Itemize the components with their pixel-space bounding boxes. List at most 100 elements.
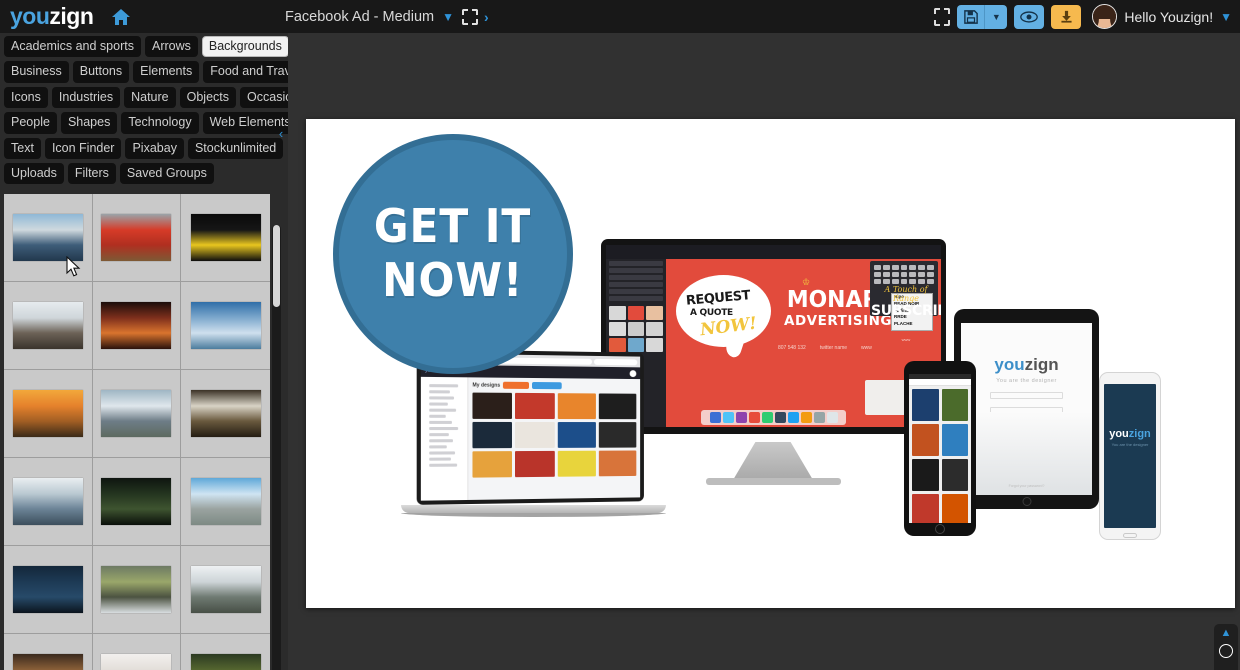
imac-stand: [733, 442, 813, 480]
category-buttons[interactable]: Buttons: [72, 61, 130, 83]
imac-dock: [701, 410, 846, 425]
category-tag-list: Academics and sports Arrows Backgrounds …: [0, 33, 313, 185]
samsung-logo-zign: zign: [1128, 428, 1151, 440]
category-row-2: Icons Industries Nature Objects Occasion…: [2, 86, 313, 109]
category-stockunlimited[interactable]: Stockunlimited: [187, 137, 284, 159]
macbook-mockup[interactable]: youzign: [401, 349, 666, 531]
imac-twitter: twitter name: [819, 345, 848, 351]
thumbnail-red-tulip-field[interactable]: [92, 194, 182, 282]
category-pixabay[interactable]: Pixabay: [125, 137, 184, 159]
thumbnail-city-skyline-water[interactable]: [181, 282, 270, 370]
thumbnail-red-sunset-lake[interactable]: [92, 282, 182, 370]
category-filters[interactable]: Filters: [67, 162, 116, 185]
crop-frame-icon-right[interactable]: [934, 7, 951, 26]
banner-script-text: A Touch of Range: [884, 285, 928, 303]
category-technology[interactable]: Technology: [121, 112, 199, 134]
thumbnail-image: [101, 390, 172, 437]
save-dropdown-button[interactable]: ▼: [985, 4, 1008, 29]
thumbnail-blue-sky-railway[interactable]: [181, 458, 270, 546]
logo-zign: zign: [49, 3, 94, 29]
imac-subscribe-banner: A Touch of Range SUBSCRIBE www: [871, 285, 941, 342]
thumbnail-white-interior-room[interactable]: [92, 634, 182, 670]
category-text[interactable]: Text: [4, 137, 41, 159]
design-canvas[interactable]: GET IT NOW! REQUEST A QUOTE NOW! ♔ MONAR…: [306, 119, 1235, 608]
thumbnail-green-rock-gorge[interactable]: [181, 634, 270, 670]
samsung-tagline: You are the designer: [1111, 442, 1149, 447]
iphone-mockup[interactable]: [904, 361, 976, 536]
category-row-0: Academics and sports Arrows Backgrounds: [2, 36, 289, 58]
chevron-down-icon[interactable]: ▼: [442, 11, 454, 23]
scroll-to-top-widget[interactable]: ▲: [1214, 624, 1238, 670]
thumbnail-dark-crop-field[interactable]: [92, 458, 182, 546]
thumbnail-green-valley-peak[interactable]: [92, 546, 182, 634]
category-arrows[interactable]: Arrows: [144, 36, 198, 58]
thumbnail-warm-lake-sunrise[interactable]: [4, 634, 93, 670]
save-button[interactable]: [957, 4, 986, 29]
chevron-up-icon[interactable]: ▲: [1221, 628, 1232, 639]
samsung-home-button: [1123, 533, 1137, 538]
category-people[interactable]: People: [4, 112, 57, 134]
ipad-screen: youzign You are the designer Remember me…: [961, 323, 1092, 495]
category-saved-groups[interactable]: Saved Groups: [119, 162, 214, 185]
app-logo[interactable]: youzign: [10, 3, 94, 30]
sidebar-scrollbar[interactable]: [272, 225, 281, 670]
thumbnail-night-city-moon[interactable]: [4, 546, 93, 634]
samsung-logo: youzign: [1104, 428, 1156, 440]
imac-contact-line: 807 548 132 twitter name www: [778, 345, 872, 351]
thumbnail-image: [190, 478, 261, 525]
circle-icon[interactable]: [1219, 644, 1233, 658]
thumbnail-image: [12, 390, 83, 437]
next-arrow-icon[interactable]: ›: [484, 9, 489, 25]
iphone-screen: [909, 374, 971, 523]
thumbnail-snow-mountain-road[interactable]: [92, 370, 182, 458]
thumbnail-scroll-area[interactable]: [4, 194, 270, 670]
top-toolbar: youzign Facebook Ad - Medium ▼ › ▼ Hello…: [0, 0, 1240, 33]
canvas-workspace[interactable]: GET IT NOW! REQUEST A QUOTE NOW! ♔ MONAR…: [288, 33, 1240, 670]
category-business[interactable]: Business: [4, 61, 69, 83]
badge-line-1: GET IT: [374, 199, 532, 254]
preview-button[interactable]: [1014, 4, 1045, 29]
avatar[interactable]: [1092, 4, 1118, 29]
greeting-label[interactable]: Hello Youzign!: [1124, 9, 1213, 25]
save-button-group: ▼: [957, 4, 1008, 29]
macbook-folder-tree: [420, 376, 469, 501]
macbook-app: youzign: [420, 353, 641, 501]
top-toolbar-right: ▼ Hello Youzign! ▼: [934, 0, 1232, 33]
thumbnail-image: [12, 302, 83, 349]
document-title[interactable]: Facebook Ad - Medium: [285, 9, 434, 25]
category-uploads[interactable]: Uploads: [4, 162, 64, 185]
thumbnail-sailboat-orange-sunset[interactable]: [4, 370, 93, 458]
thumbnail-yellow-tent-night[interactable]: [181, 194, 270, 282]
macbook-page-title: My designs: [472, 381, 501, 389]
category-academics-and-sports[interactable]: Academics and sports: [4, 36, 141, 58]
thumbnail-forest-autumn-road[interactable]: [181, 370, 270, 458]
sidebar-scrollbar-thumb[interactable]: [273, 225, 280, 307]
category-shapes[interactable]: Shapes: [60, 112, 118, 134]
ipad-logo: youzign: [961, 355, 1092, 375]
thumbnail-misty-mountain-white[interactable]: [181, 546, 270, 634]
thumbnail-icy-water-treeline[interactable]: [4, 458, 93, 546]
ipad-email-field: [989, 392, 1064, 399]
category-industries[interactable]: Industries: [51, 86, 121, 109]
thumbnail-mountain-lake-dusk[interactable]: [4, 194, 93, 282]
ipad-footer: Forgot your password?: [1008, 484, 1045, 488]
thumbnail-image: [190, 302, 261, 349]
category-elements[interactable]: Elements: [133, 61, 200, 83]
crop-frame-icon[interactable]: [462, 8, 478, 25]
category-icon-finder[interactable]: Icon Finder: [44, 137, 122, 159]
category-icons[interactable]: Icons: [4, 86, 48, 109]
category-row-5: Uploads Filters Saved Groups: [2, 162, 286, 185]
account-chevron-down-icon[interactable]: ▼: [1220, 10, 1232, 24]
samsung-phone-mockup[interactable]: youzign You are the designer: [1099, 372, 1161, 540]
get-it-now-badge[interactable]: GET IT NOW!: [333, 134, 573, 374]
macbook-design-grid: [472, 392, 637, 478]
thumbnail-image: [101, 566, 172, 613]
thumbnail-image: [190, 390, 261, 437]
download-button[interactable]: [1051, 4, 1082, 29]
category-nature[interactable]: Nature: [124, 86, 176, 109]
thumbnail-glacier-beach[interactable]: [4, 282, 93, 370]
category-backgrounds[interactable]: Backgrounds: [201, 36, 289, 58]
home-icon[interactable]: [111, 8, 131, 26]
category-objects[interactable]: Objects: [179, 86, 237, 109]
sidebar-collapse-icon[interactable]: ‹: [274, 123, 288, 143]
